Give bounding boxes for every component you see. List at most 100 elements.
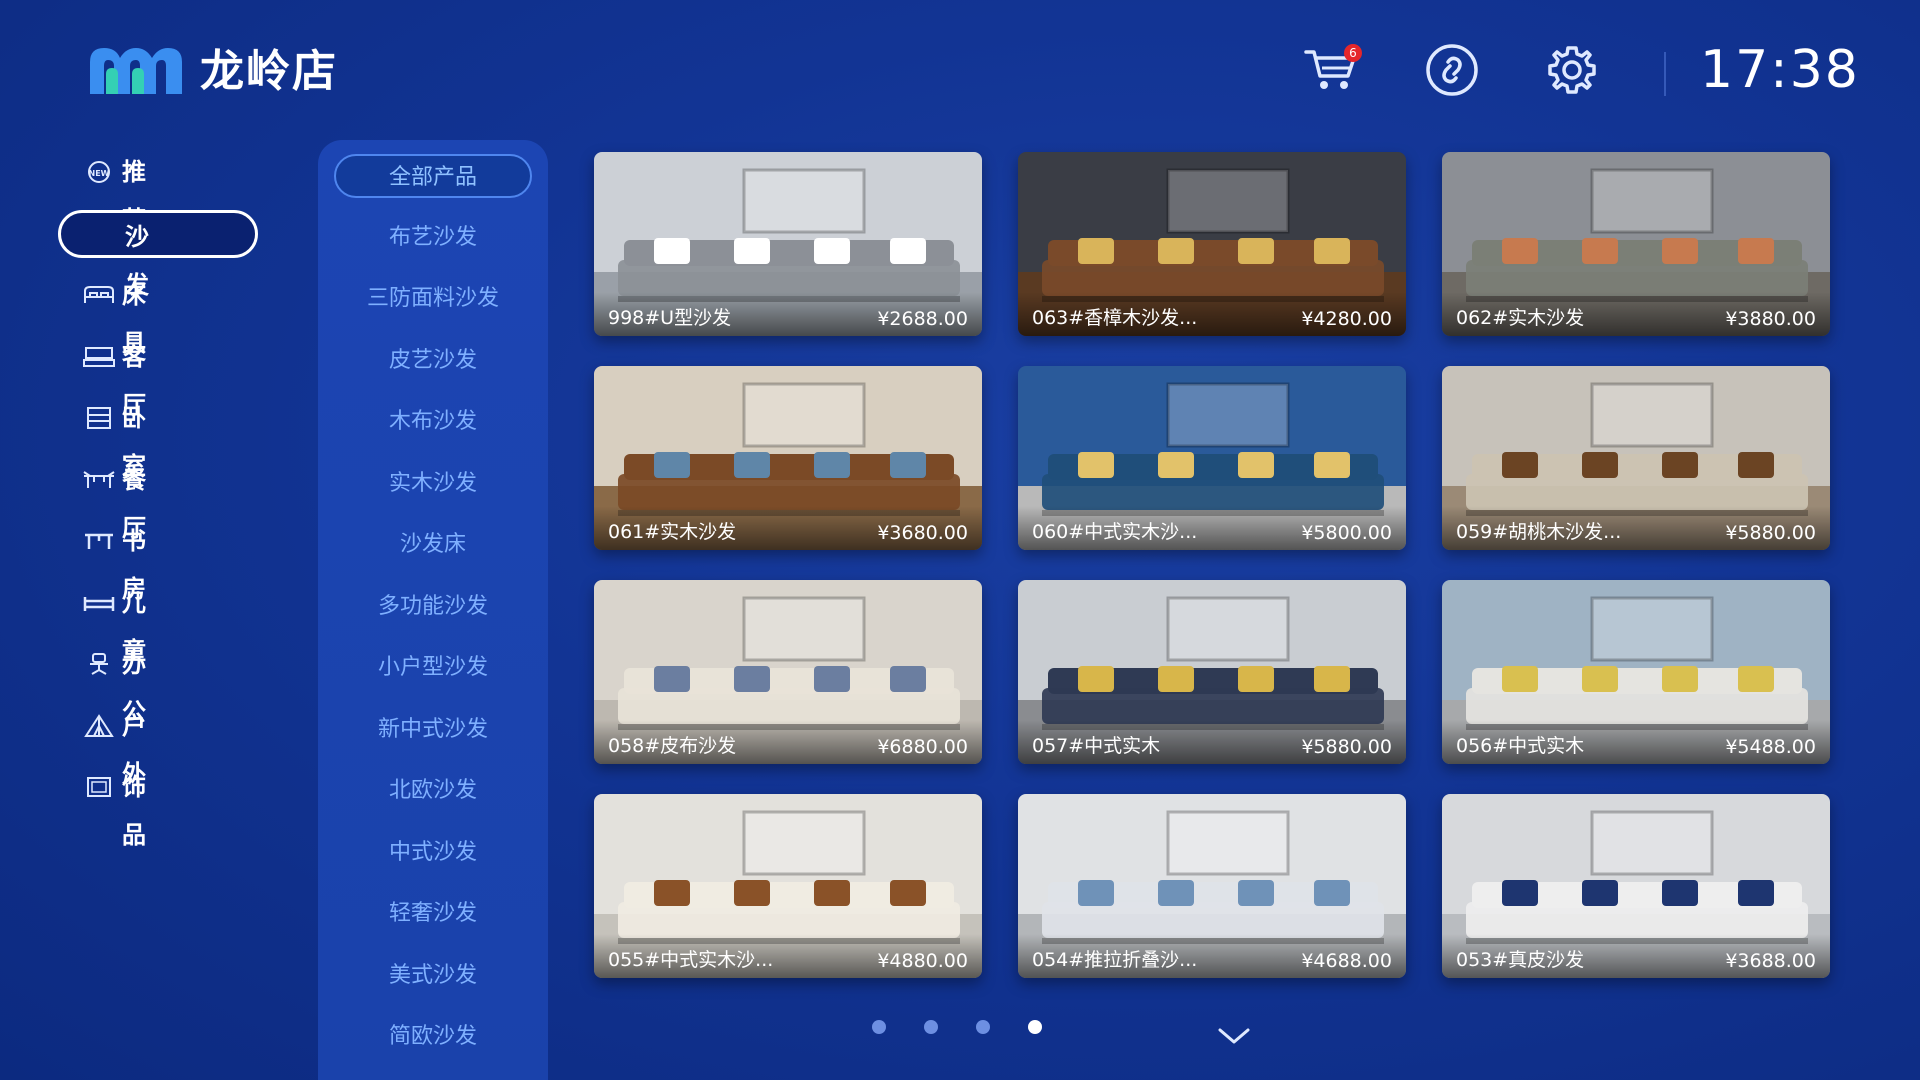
- nav-item-label: 卧室: [122, 404, 194, 480]
- nav-item-3[interactable]: 客厅: [58, 333, 258, 419]
- subnav-item-10[interactable]: 北欧沙发: [334, 769, 532, 813]
- product-card[interactable]: 060#中式实木沙... ¥5800.00: [1018, 366, 1406, 550]
- nav-item-label: 办公: [122, 650, 194, 726]
- product-price: ¥5880.00: [1725, 522, 1816, 544]
- subnav-item-0[interactable]: 全部产品: [334, 154, 532, 198]
- product-name: 060#中式实木沙...: [1032, 521, 1198, 543]
- svg-text:NEW: NEW: [89, 169, 110, 178]
- product-name: 057#中式实木: [1032, 735, 1161, 757]
- kids-bed-icon: [83, 596, 115, 611]
- nav-item-6[interactable]: 书房: [58, 517, 258, 603]
- page-dot-2[interactable]: [924, 1020, 938, 1034]
- subnav-item-8[interactable]: 小户型沙发: [334, 646, 532, 690]
- settings-button[interactable]: [1540, 42, 1604, 98]
- product-card[interactable]: 057#中式实木 ¥5880.00: [1018, 580, 1406, 764]
- product-name: 062#实木沙发: [1456, 307, 1585, 329]
- wardrobe-icon: [87, 407, 111, 429]
- cart-badge: 6: [1344, 44, 1362, 62]
- product-card[interactable]: 059#胡桃木沙发... ¥5880.00: [1442, 366, 1830, 550]
- nav-item-1[interactable]: 沙发: [58, 209, 258, 299]
- product-price: ¥5880.00: [1301, 736, 1392, 758]
- nav-item-label: 沙发: [125, 222, 197, 299]
- page-dot-3[interactable]: [976, 1020, 990, 1034]
- header-divider: [1664, 52, 1666, 96]
- subnav-item-13[interactable]: 美式沙发: [334, 954, 532, 998]
- subnav-item-7[interactable]: 多功能沙发: [334, 585, 532, 629]
- desk-icon: [85, 533, 113, 549]
- subcategory-panel: 全部产品布艺沙发三防面料沙发 皮艺沙发木布沙发实木沙发沙发床多功能沙发小户型沙发新…: [318, 140, 548, 1080]
- page-dot-4[interactable]: [1028, 1020, 1042, 1034]
- new-badge-icon: NEW: [88, 161, 110, 183]
- product-card[interactable]: 055#中式实木沙... ¥4880.00: [594, 794, 982, 978]
- subnav-item-3[interactable]: 皮艺沙发: [334, 339, 532, 383]
- nav-item-label: 餐厅: [122, 465, 194, 542]
- product-grid: 998#U型沙发 ¥2688.00 063#香樟木沙发... ¥4280.00 062#…: [594, 152, 1834, 984]
- product-price: ¥6880.00: [877, 736, 968, 758]
- product-price: ¥3680.00: [877, 522, 968, 544]
- nav-item-9[interactable]: 户外: [58, 702, 258, 788]
- subnav-item-5[interactable]: 实木沙发: [334, 462, 532, 506]
- product-price: ¥4688.00: [1301, 950, 1392, 972]
- frame-icon: [87, 777, 111, 797]
- product-card[interactable]: 062#实木沙发 ¥3880.00: [1442, 152, 1830, 336]
- product-price: ¥3688.00: [1725, 950, 1816, 972]
- product-price: ¥3880.00: [1725, 308, 1816, 330]
- product-price: ¥4280.00: [1301, 308, 1392, 330]
- pagination: [872, 1020, 1052, 1040]
- subnav-item-11[interactable]: 中式沙发: [334, 831, 532, 875]
- product-price: ¥2688.00: [877, 308, 968, 330]
- product-name: 055#中式实木沙...: [608, 949, 774, 971]
- cart-button[interactable]: 6: [1300, 42, 1364, 98]
- nav-item-label: 户外: [122, 711, 194, 788]
- product-name: 998#U型沙发: [608, 307, 732, 329]
- product-card[interactable]: 998#U型沙发 ¥2688.00: [594, 152, 982, 336]
- nav-item-2[interactable]: 床具: [58, 271, 258, 357]
- nav-item-0[interactable]: NEW 推荐: [58, 148, 258, 234]
- product-name: 059#胡桃木沙发...: [1456, 521, 1622, 543]
- dining-icon: [83, 470, 115, 488]
- nav-item-4[interactable]: 卧室: [58, 394, 258, 480]
- product-card[interactable]: 053#真皮沙发 ¥3688.00: [1442, 794, 1830, 978]
- product-card[interactable]: 061#实木沙发 ¥3680.00: [594, 366, 982, 550]
- product-name: 053#真皮沙发: [1456, 949, 1585, 971]
- product-name: 054#推拉折叠沙...: [1032, 949, 1198, 971]
- office-chair-icon: [90, 653, 108, 675]
- nav-item-7[interactable]: 儿童: [58, 579, 258, 665]
- product-card[interactable]: 063#香樟木沙发... ¥4280.00: [1018, 152, 1406, 336]
- product-name: 058#皮布沙发: [608, 735, 737, 757]
- link-button[interactable]: [1420, 42, 1484, 98]
- clock: 17:38: [1700, 40, 1860, 100]
- nav-item-label: 书房: [122, 527, 194, 603]
- header: 龙岭店 6 17:38: [0, 0, 1920, 140]
- store-name: 龙岭店: [200, 46, 338, 97]
- nav-item-label: 客厅: [122, 342, 194, 419]
- chevron-down-icon[interactable]: [1218, 1026, 1250, 1046]
- nav-item-5[interactable]: 餐厅: [58, 456, 258, 542]
- nav-item-label: 推荐: [122, 158, 194, 234]
- product-name: 063#香樟木沙发...: [1032, 307, 1198, 329]
- tent-icon: [84, 713, 114, 737]
- product-price: ¥5488.00: [1725, 736, 1816, 758]
- page-dot-1[interactable]: [872, 1020, 886, 1034]
- product-card[interactable]: 058#皮布沙发 ¥6880.00: [594, 580, 982, 764]
- subnav-item-9[interactable]: 新中式沙发: [334, 708, 532, 752]
- product-name: 061#实木沙发: [608, 521, 737, 543]
- subnav-item-12[interactable]: 轻奢沙发: [334, 892, 532, 936]
- link-icon: [1426, 44, 1478, 96]
- nav-item-8[interactable]: 办公: [58, 640, 258, 726]
- gear-icon: [1548, 46, 1596, 94]
- product-price: ¥4880.00: [877, 950, 968, 972]
- product-card[interactable]: 056#中式实木 ¥5488.00: [1442, 580, 1830, 764]
- category-nav: NEW 推荐沙发床具客厅卧室餐厅书房儿童办公户外饰品: [58, 148, 258, 849]
- subnav-item-14[interactable]: 简欧沙发: [334, 1015, 532, 1059]
- subnav-item-1[interactable]: 布艺沙发: [334, 216, 532, 260]
- nav-item-10[interactable]: 饰品: [58, 763, 258, 849]
- subnav-item-4[interactable]: 木布沙发: [334, 400, 532, 444]
- product-name: 056#中式实木: [1456, 735, 1585, 757]
- logo-icon: [90, 48, 182, 94]
- product-card[interactable]: 054#推拉折叠沙... ¥4688.00: [1018, 794, 1406, 978]
- nav-item-label: 饰品: [122, 773, 194, 849]
- subnav-item-6[interactable]: 沙发床: [334, 523, 532, 567]
- nav-item-label: 儿童: [122, 588, 194, 665]
- subnav-item-2[interactable]: 三防面料沙发: [334, 277, 532, 321]
